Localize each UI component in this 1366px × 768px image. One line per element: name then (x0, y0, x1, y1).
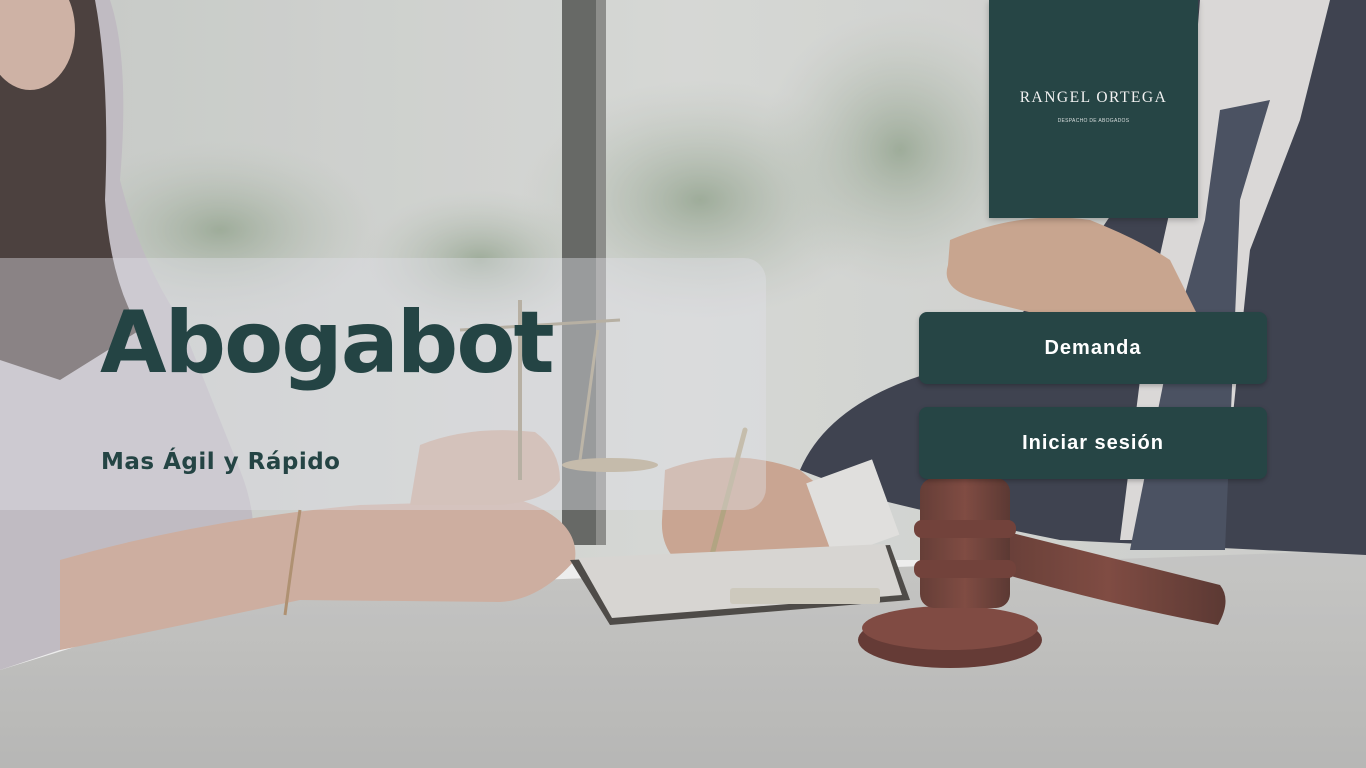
brand-logo: RANGEL ORTEGA DESPACHO DE ABOGADOS (989, 0, 1198, 218)
hero-title: Abogabot (100, 293, 555, 393)
landing-page: Abogabot Mas Ágil y Rápido RANGEL ORTEGA… (0, 0, 1366, 768)
brand-name: RANGEL ORTEGA (1019, 89, 1168, 106)
demanda-button[interactable]: Demanda (919, 312, 1267, 384)
login-button[interactable]: Iniciar sesión (919, 407, 1267, 479)
hero-subtitle: Mas Ágil y Rápido (101, 449, 341, 475)
brand-tagline: DESPACHO DE ABOGADOS (1057, 118, 1130, 124)
